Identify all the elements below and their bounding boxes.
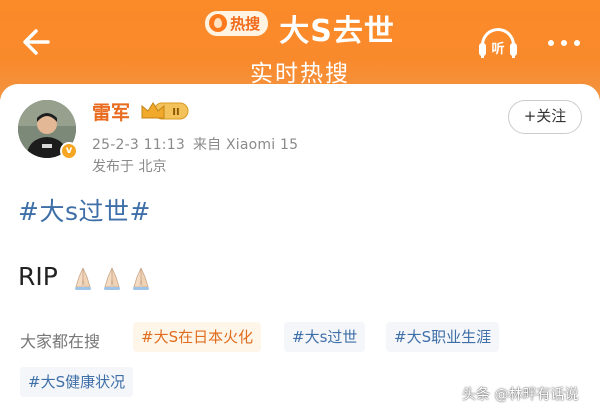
topic-title: 大S去世 bbox=[279, 14, 395, 49]
post-meta: 25-2-3 11:13 来自 Xiaomi 15 bbox=[92, 134, 298, 154]
follow-button[interactable]: +关注 bbox=[508, 100, 582, 134]
post-location: 发布于 北京 bbox=[92, 159, 167, 175]
flame-icon bbox=[209, 14, 228, 32]
username[interactable]: 雷军 bbox=[92, 98, 130, 125]
related-search-chip[interactable]: #大S职业生涯 bbox=[386, 322, 500, 352]
verified-v-icon: v bbox=[60, 142, 78, 160]
hot-badge-label: 热搜 bbox=[230, 14, 261, 33]
related-search-chip[interactable]: #大S健康状况 bbox=[20, 367, 134, 397]
hot-badge: 热搜 bbox=[205, 10, 269, 36]
more-options-icon[interactable] bbox=[548, 38, 580, 48]
post-date: 25-2-3 11:13 bbox=[92, 137, 185, 153]
level-badge-text: II bbox=[172, 107, 179, 118]
praying-hands-icon bbox=[104, 267, 120, 290]
post-hashtag[interactable]: #大s过世# bbox=[18, 192, 151, 228]
post-source: 来自 Xiaomi 15 bbox=[192, 137, 299, 153]
related-search-chip[interactable]: #大s过世 bbox=[284, 322, 366, 352]
related-search-chip[interactable]: #大S在日本火化 bbox=[133, 322, 262, 352]
source-watermark: 头条 @林畔有话说 bbox=[462, 387, 579, 403]
related-search-label: 大家都在搜 bbox=[20, 332, 101, 351]
praying-hands-icon bbox=[75, 267, 91, 290]
crown-level-badge-icon: II bbox=[141, 102, 189, 120]
praying-hands-emoji-row bbox=[70, 265, 154, 291]
listen-label: 听 bbox=[491, 42, 505, 57]
weibo-post-card: v 雷军 II 25-2-3 11:13 来自 Xiaomi 15 发布于 北京 … bbox=[0, 84, 600, 414]
listen-button[interactable]: 听 bbox=[478, 26, 518, 62]
post-text: RIP bbox=[18, 262, 58, 291]
praying-hands-icon bbox=[133, 267, 149, 290]
